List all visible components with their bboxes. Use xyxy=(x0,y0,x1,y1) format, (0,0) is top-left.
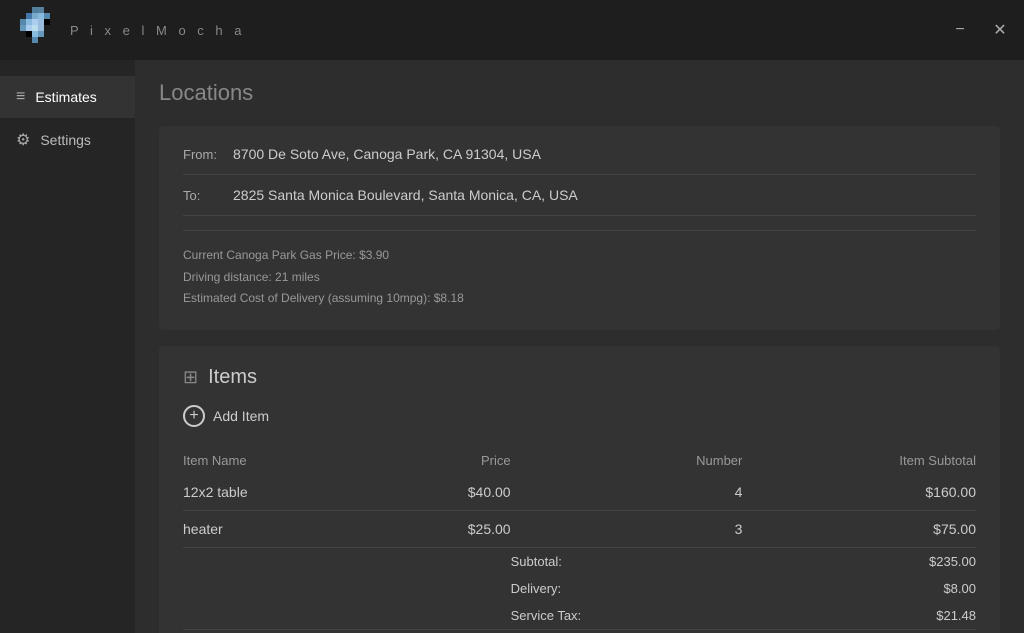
estimates-icon: ≡ xyxy=(16,88,25,106)
col-subtotal: Item Subtotal xyxy=(742,447,976,474)
item-subtotal-0: $160.00 xyxy=(742,474,976,511)
title-bar-left: P i x e l M o c h a xyxy=(12,5,245,55)
item-number-1: 3 xyxy=(511,510,743,547)
minimize-button[interactable]: − xyxy=(948,18,972,42)
items-card: ⊞ Items + Add Item Item Name Price Numbe… xyxy=(159,346,1000,633)
subtotal-value: $235.00 xyxy=(742,547,976,575)
grand-total-value: $301.48 xyxy=(742,629,976,633)
sidebar-item-estimates-label: Estimates xyxy=(35,89,96,105)
items-header: ⊞ Items xyxy=(183,366,976,389)
sidebar-item-settings[interactable]: ⚙ Settings xyxy=(0,118,135,162)
add-item-label: Add Item xyxy=(213,408,269,424)
add-item-button[interactable]: + Add Item xyxy=(183,401,269,431)
table-row: heater $25.00 3 $75.00 xyxy=(183,510,976,547)
service-tax-row: Service Tax: $21.48 xyxy=(183,602,976,630)
add-circle-icon: + xyxy=(183,405,205,427)
subtotal-label: Subtotal: xyxy=(511,547,743,575)
delivery-label: Delivery: xyxy=(511,575,743,602)
to-label: To: xyxy=(183,188,233,203)
app-logo xyxy=(12,5,62,55)
to-value: 2825 Santa Monica Boulevard, Santa Monic… xyxy=(233,187,578,203)
grand-total-label: Grand Total: xyxy=(511,629,743,633)
service-tax-label: Service Tax: xyxy=(511,602,743,630)
title-bar-controls: − ✕ xyxy=(948,18,1012,42)
title-bar: P i x e l M o c h a − ✕ xyxy=(0,0,1024,60)
page-title: Locations xyxy=(159,80,1000,106)
sidebar-item-estimates[interactable]: ≡ Estimates xyxy=(0,76,135,118)
item-name-1: heater xyxy=(183,510,380,547)
col-item-name: Item Name xyxy=(183,447,380,474)
col-number: Number xyxy=(511,447,743,474)
from-label: From: xyxy=(183,147,233,162)
sidebar-item-settings-label: Settings xyxy=(40,132,91,148)
settings-icon: ⚙ xyxy=(16,130,30,150)
from-row: From: 8700 De Soto Ave, Canoga Park, CA … xyxy=(183,146,976,175)
col-price: Price xyxy=(380,447,511,474)
table-row: 12x2 table $40.00 4 $160.00 xyxy=(183,474,976,511)
from-value: 8700 De Soto Ave, Canoga Park, CA 91304,… xyxy=(233,146,541,162)
gas-price-info: Current Canoga Park Gas Price: $3.90 xyxy=(183,245,976,267)
delivery-row: Delivery: $8.00 xyxy=(183,575,976,602)
to-row: To: 2825 Santa Monica Boulevard, Santa M… xyxy=(183,187,976,216)
item-price-1: $25.00 xyxy=(380,510,511,547)
service-tax-value: $21.48 xyxy=(742,602,976,630)
app-title: P i x e l M o c h a xyxy=(70,23,245,38)
close-button[interactable]: ✕ xyxy=(988,18,1012,42)
sidebar: ≡ Estimates ⚙ Settings xyxy=(0,60,135,633)
delivery-cost-info: Estimated Cost of Delivery (assuming 10m… xyxy=(183,288,976,310)
driving-distance-info: Driving distance: 21 miles xyxy=(183,267,976,289)
item-name-0: 12x2 table xyxy=(183,474,380,511)
locations-card: From: 8700 De Soto Ave, Canoga Park, CA … xyxy=(159,126,1000,330)
delivery-value: $8.00 xyxy=(742,575,976,602)
main-content: Locations From: 8700 De Soto Ave, Canoga… xyxy=(135,60,1024,633)
items-table: Item Name Price Number Item Subtotal 12x… xyxy=(183,447,976,633)
item-number-0: 4 xyxy=(511,474,743,511)
subtotal-row: Subtotal: $235.00 xyxy=(183,547,976,575)
delivery-info: Current Canoga Park Gas Price: $3.90 Dri… xyxy=(183,230,976,310)
table-header-row: Item Name Price Number Item Subtotal xyxy=(183,447,976,474)
items-grid-icon: ⊞ xyxy=(183,367,198,388)
item-price-0: $40.00 xyxy=(380,474,511,511)
item-subtotal-1: $75.00 xyxy=(742,510,976,547)
items-title: Items xyxy=(208,366,257,389)
grand-total-row: Grand Total: $301.48 xyxy=(183,629,976,633)
